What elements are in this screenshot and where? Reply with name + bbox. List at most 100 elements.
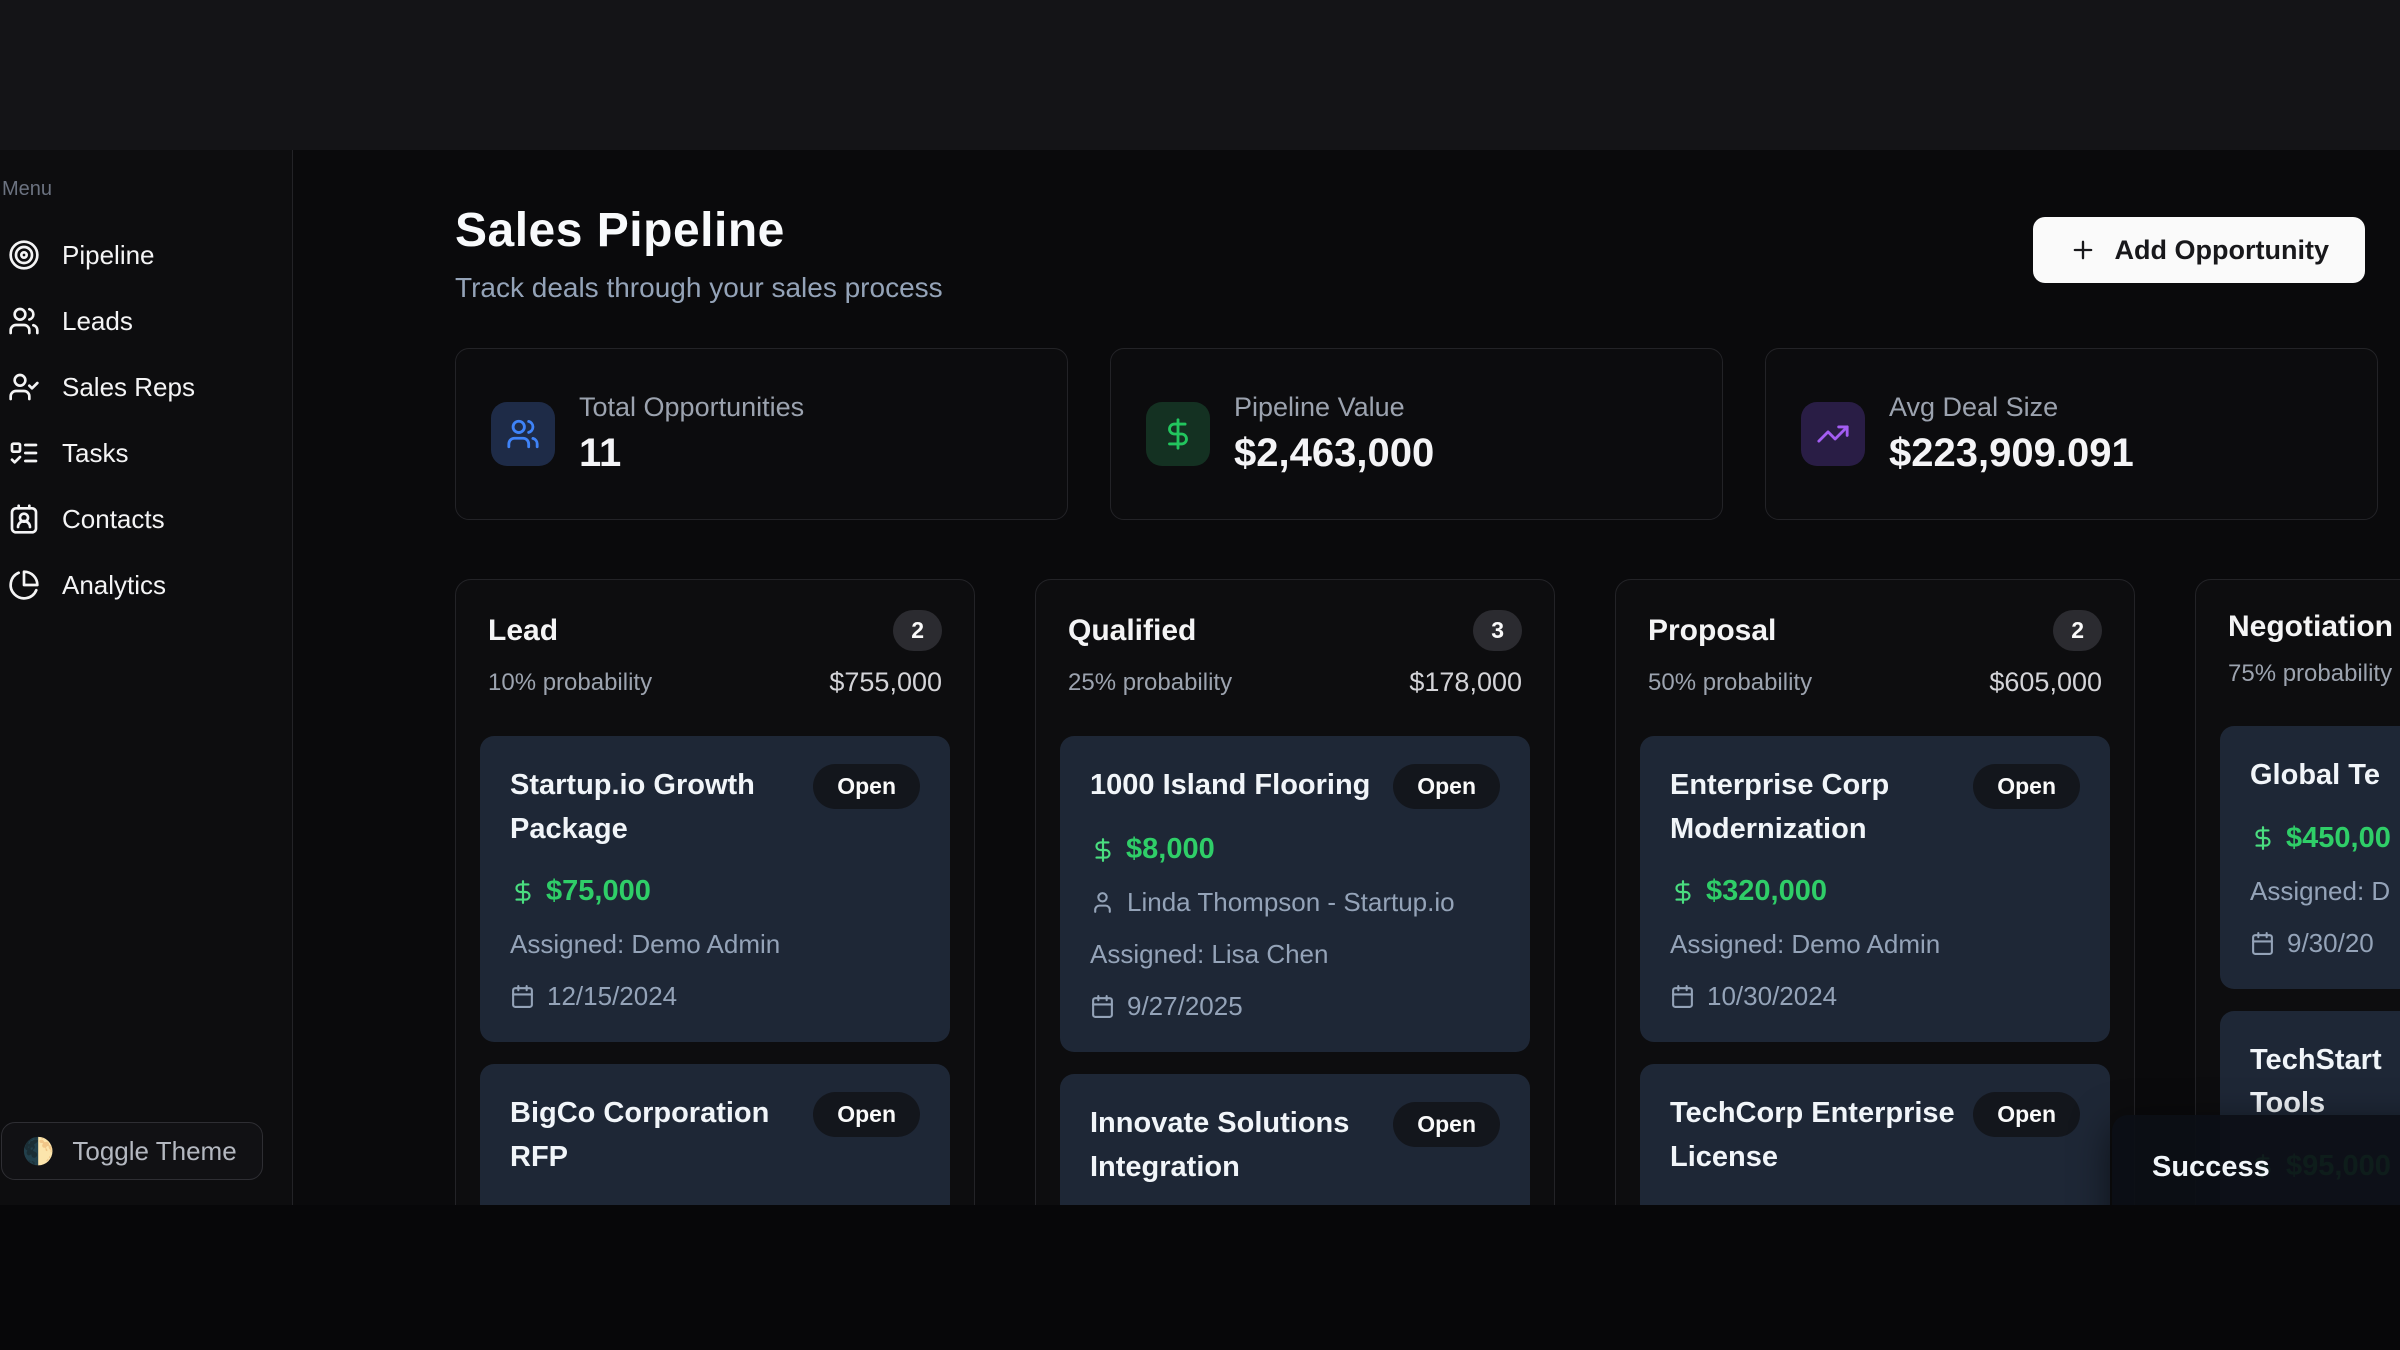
- list-todo-icon: [8, 437, 40, 469]
- deal-assigned: Assigned: Demo Admin: [510, 929, 920, 960]
- moon-icon: 🌓: [22, 1136, 54, 1167]
- menu-section-label: Menu: [0, 178, 292, 201]
- sidebar-item-sales-reps[interactable]: Sales Reps: [0, 361, 292, 413]
- column-name: Qualified: [1068, 614, 1196, 648]
- column-total: $605,000: [1989, 667, 2102, 698]
- calendar-icon: [1090, 994, 1115, 1019]
- sidebar-item-leads[interactable]: Leads: [0, 295, 292, 347]
- main-content: Sales Pipeline Track deals through your …: [293, 150, 2400, 1205]
- status-badge: Open: [1973, 1092, 2080, 1137]
- status-badge: Open: [813, 764, 920, 809]
- deal-title: Startup.io Growth Package: [510, 764, 797, 851]
- calendar-icon: [510, 984, 535, 1009]
- kanban-board: Lead 2 10% probability $755,000 Startup.…: [455, 579, 2378, 1205]
- stat-value: 11: [579, 431, 804, 476]
- deal-title: TechStart Tools: [2250, 1039, 2382, 1126]
- stat-value: $2,463,000: [1234, 431, 1434, 476]
- dollar-icon: [510, 879, 536, 905]
- deal-assigned: Assigned: D: [2250, 876, 2400, 907]
- sidebar-item-pipeline[interactable]: Pipeline: [0, 229, 292, 281]
- sidebar-item-tasks[interactable]: Tasks: [0, 427, 292, 479]
- column-probability: 75% probability: [2228, 660, 2392, 688]
- column-total: $755,000: [829, 667, 942, 698]
- column-header: Negotiation 75% probability: [2220, 610, 2400, 688]
- column-name: Proposal: [1648, 614, 1776, 648]
- status-badge: Open: [813, 1092, 920, 1137]
- stat-card-total-opportunities: Total Opportunities 11: [455, 348, 1068, 520]
- deal-amount: $320,000: [1706, 875, 1827, 908]
- dollar-icon: [1670, 879, 1696, 905]
- deal-amount: $75,000: [546, 875, 651, 908]
- add-opportunity-label: Add Opportunity: [2115, 235, 2329, 266]
- trending-up-icon: [1801, 402, 1865, 466]
- stats-row: Total Opportunities 11 Pipeline Value $2…: [455, 348, 2378, 520]
- calendar-icon: [2250, 931, 2275, 956]
- deal-date: 12/15/2024: [510, 981, 920, 1012]
- sidebar: Menu Pipeline Leads Sales Reps Tasks: [0, 150, 293, 1205]
- sidebar-item-label: Tasks: [62, 438, 128, 469]
- target-icon: [8, 239, 40, 271]
- sidebar-item-analytics[interactable]: Analytics: [0, 559, 292, 611]
- stat-label: Total Opportunities: [579, 392, 804, 423]
- letterbox-bottom: [0, 1205, 2400, 1350]
- dollar-icon: [1146, 402, 1210, 466]
- column-lead: Lead 2 10% probability $755,000 Startup.…: [455, 579, 975, 1205]
- deal-card[interactable]: Enterprise Corp Modernization Open $320,…: [1640, 736, 2110, 1042]
- deal-card[interactable]: 1000 Island Flooring Open $8,000 Linda T…: [1060, 736, 1530, 1052]
- deal-assigned: Assigned: Lisa Chen: [1090, 939, 1500, 970]
- column-negotiation: Negotiation 75% probability Global Te: [2195, 579, 2400, 1205]
- column-count-badge: 2: [893, 610, 942, 651]
- stat-card-avg-deal-size: Avg Deal Size $223,909.091: [1765, 348, 2378, 520]
- stat-card-pipeline-value: Pipeline Value $2,463,000: [1110, 348, 1723, 520]
- deal-card[interactable]: Startup.io Growth Package Open $75,000 A…: [480, 736, 950, 1042]
- toggle-theme-button[interactable]: 🌓 Toggle Theme: [1, 1122, 263, 1180]
- column-cards: Enterprise Corp Modernization Open $320,…: [1640, 736, 2110, 1205]
- add-opportunity-button[interactable]: Add Opportunity: [2033, 217, 2365, 283]
- column-probability: 50% probability: [1648, 669, 1812, 697]
- sidebar-item-label: Sales Reps: [62, 372, 195, 403]
- users-icon: [491, 402, 555, 466]
- stat-label: Pipeline Value: [1234, 392, 1434, 423]
- toast-title: Success: [2152, 1151, 2400, 1184]
- deal-title: Global Te: [2250, 754, 2380, 798]
- deal-date: 9/30/20: [2250, 928, 2400, 959]
- column-count-badge: 3: [1473, 610, 1522, 651]
- deal-date: 10/30/2024: [1670, 981, 2080, 1012]
- deal-contact: Linda Thompson - Startup.io: [1090, 887, 1500, 918]
- sidebar-item-label: Pipeline: [62, 240, 155, 271]
- column-count-badge: 2: [2053, 610, 2102, 651]
- deal-card[interactable]: BigCo Corporation RFP Open $680,000 Assi…: [480, 1064, 950, 1205]
- contact-card-icon: [8, 503, 40, 535]
- user-icon: [1090, 890, 1115, 915]
- stat-label: Avg Deal Size: [1889, 392, 2134, 423]
- column-probability: 25% probability: [1068, 669, 1232, 697]
- column-cards: Startup.io Growth Package Open $75,000 A…: [480, 736, 950, 1205]
- column-header: Qualified 3 25% probability $178,000: [1060, 610, 1530, 698]
- stat-value: $223,909.091: [1889, 431, 2134, 476]
- sidebar-item-contacts[interactable]: Contacts: [0, 493, 292, 545]
- deal-card[interactable]: TechCorp Enterprise License Open $285,00…: [1640, 1064, 2110, 1205]
- sidebar-item-label: Analytics: [62, 570, 166, 601]
- column-cards: 1000 Island Flooring Open $8,000 Linda T…: [1060, 736, 1530, 1205]
- column-proposal: Proposal 2 50% probability $605,000 Ente…: [1615, 579, 2135, 1205]
- status-badge: Open: [1393, 764, 1500, 809]
- toggle-theme-label: Toggle Theme: [72, 1136, 236, 1167]
- sidebar-nav: Pipeline Leads Sales Reps Tasks Contacts: [0, 229, 292, 611]
- status-badge: Open: [1973, 764, 2080, 809]
- dollar-icon: [1090, 837, 1116, 863]
- column-total: $178,000: [1409, 667, 1522, 698]
- sidebar-item-label: Leads: [62, 306, 133, 337]
- column-probability: 10% probability: [488, 669, 652, 697]
- deal-card[interactable]: Global Te $450,00 Assigned: D 9/30/20: [2220, 726, 2400, 989]
- deal-title: 1000 Island Flooring: [1090, 764, 1370, 808]
- plus-icon: [2069, 236, 2097, 264]
- deal-card[interactable]: Innovate Solutions Integration Open $125…: [1060, 1074, 1530, 1205]
- column-header: Proposal 2 50% probability $605,000: [1640, 610, 2110, 698]
- deal-amount: $8,000: [1126, 833, 1215, 866]
- pie-chart-icon: [8, 569, 40, 601]
- success-toast[interactable]: Success: [2112, 1115, 2400, 1205]
- dollar-icon: [2250, 825, 2276, 851]
- deal-date: 9/27/2025: [1090, 991, 1500, 1022]
- deal-assigned: Assigned: Demo Admin: [1670, 929, 2080, 960]
- screen: Menu Pipeline Leads Sales Reps Tasks: [0, 0, 2400, 1350]
